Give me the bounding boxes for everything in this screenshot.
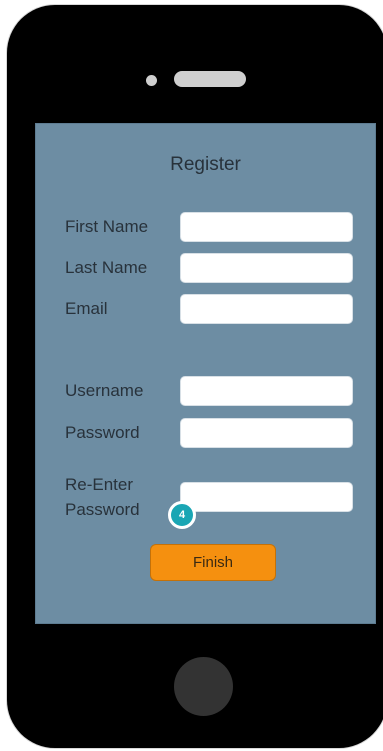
camera-icon [146, 75, 157, 86]
username-field[interactable] [180, 376, 353, 406]
last-name-field[interactable] [180, 253, 353, 283]
finish-button[interactable]: Finish [150, 544, 276, 581]
username-label: Username [65, 381, 144, 400]
first-name-label: First Name [65, 217, 149, 236]
phone-frame: Register First Name Last Name Email User… [7, 5, 383, 748]
home-button[interactable] [174, 657, 233, 716]
reenter-password-field[interactable] [180, 482, 353, 512]
last-name-label: Last Name [65, 258, 148, 277]
email-field[interactable] [180, 294, 353, 324]
reenter-password-label-line2: Password [65, 500, 140, 519]
speaker-icon [174, 71, 246, 87]
register-screen: Register First Name Last Name Email User… [35, 123, 376, 624]
first-name-field[interactable] [180, 212, 353, 242]
reenter-password-label-line1: Re-Enter [65, 475, 134, 494]
step-badge: 4 [168, 501, 196, 529]
password-label: Password [65, 423, 140, 442]
password-field[interactable] [180, 418, 353, 448]
page-title: Register [170, 154, 241, 175]
email-label: Email [65, 299, 108, 318]
